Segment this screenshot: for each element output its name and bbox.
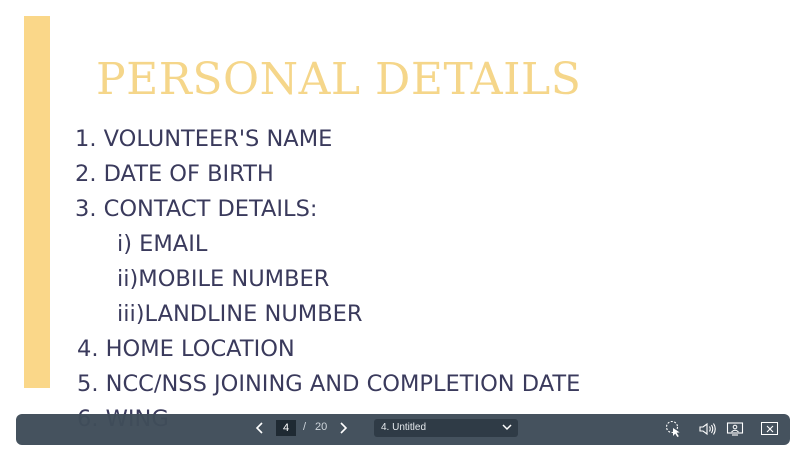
list-item-home-location: 4. HOME LOCATION <box>77 336 295 362</box>
list-item-joining-date: 5. NCC/NSS JOINING AND COMPLETION DATE <box>77 371 581 397</box>
list-subitem-landline: iii)LANDLINE NUMBER <box>117 301 363 327</box>
page-total: 20 <box>315 421 328 433</box>
chevron-left-icon <box>255 422 263 434</box>
page-separator: / <box>303 421 307 433</box>
slide-select-dropdown[interactable]: 4. Untitled <box>374 419 518 437</box>
list-item-contact-details: 3. CONTACT DETAILS: <box>75 196 318 222</box>
prev-slide-button[interactable] <box>252 420 268 436</box>
list-item-volunteer-name: 1. VOLUNTEER'S NAME <box>75 126 333 152</box>
list-subitem-email: i) EMAIL <box>117 231 208 257</box>
list-subitem-mobile: ii)MOBILE NUMBER <box>117 266 330 292</box>
accent-bar <box>24 16 50 388</box>
presenter-view-button[interactable] <box>726 420 744 438</box>
page-number-input[interactable]: 4 <box>276 420 296 436</box>
laser-pointer-button[interactable] <box>664 420 684 438</box>
close-presentation-button[interactable] <box>761 422 778 435</box>
laser-pointer-icon <box>665 420 680 437</box>
chevron-down-icon <box>502 424 512 431</box>
slide-canvas: PERSONAL DETAILS 1. VOLUNTEER'S NAME 2. … <box>0 0 806 453</box>
slide-title: PERSONAL DETAILS <box>96 54 582 105</box>
slide-select-label: 4. Untitled <box>381 422 427 433</box>
audio-button[interactable] <box>698 420 718 438</box>
speaker-icon <box>699 422 716 436</box>
chevron-right-icon <box>340 422 348 434</box>
close-icon <box>766 425 773 432</box>
list-item-date-of-birth: 2. DATE OF BIRTH <box>75 161 274 187</box>
next-slide-button[interactable] <box>335 420 351 436</box>
presenter-view-icon <box>726 422 744 436</box>
